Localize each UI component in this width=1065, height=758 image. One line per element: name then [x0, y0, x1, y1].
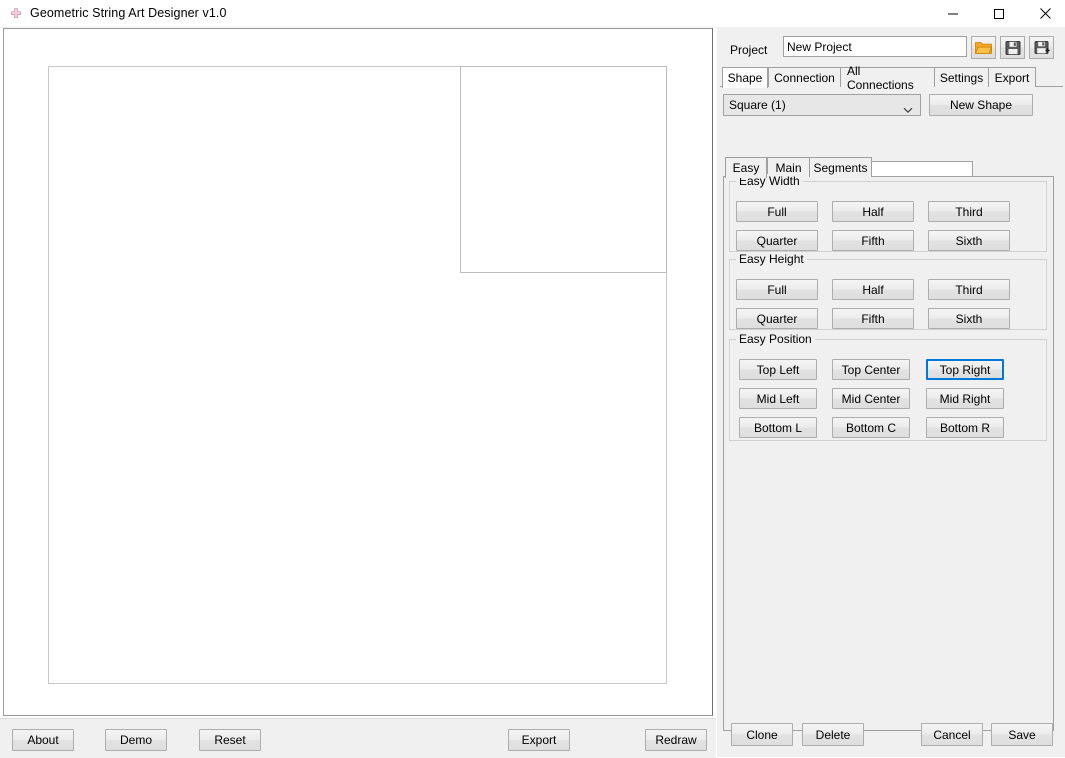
- position-bottom-center-button[interactable]: Bottom C: [832, 417, 910, 438]
- canvas-panel[interactable]: [3, 28, 713, 716]
- tab-all-connections[interactable]: All Connections: [840, 67, 935, 87]
- easy-width-quarter-button[interactable]: Quarter: [736, 230, 818, 251]
- easy-position-group: Easy Position Top Left Top Center Top Ri…: [729, 339, 1047, 441]
- export-button[interactable]: Export: [508, 729, 570, 751]
- app-cross-icon: [10, 8, 22, 20]
- about-button[interactable]: About: [12, 729, 74, 751]
- cancel-button[interactable]: Cancel: [921, 723, 983, 746]
- close-button[interactable]: [1022, 0, 1065, 27]
- easy-height-sixth-button[interactable]: Sixth: [928, 308, 1010, 329]
- position-mid-right-button[interactable]: Mid Right: [926, 388, 1004, 409]
- minimize-icon: [947, 8, 959, 20]
- subtab-easy[interactable]: Easy: [725, 157, 767, 178]
- subtab-segments[interactable]: Segments: [809, 157, 872, 177]
- position-bottom-left-button[interactable]: Bottom L: [739, 417, 817, 438]
- shape-square-1[interactable]: [460, 66, 667, 273]
- new-shape-button[interactable]: New Shape: [929, 94, 1033, 116]
- tab-export[interactable]: Export: [988, 67, 1036, 87]
- reset-button[interactable]: Reset: [199, 729, 261, 751]
- easy-width-group: Easy Width Full Half Third Quarter Fifth…: [729, 181, 1047, 252]
- title-bar: Geometric String Art Designer v1.0: [0, 0, 1065, 28]
- position-top-right-button[interactable]: Top Right: [926, 359, 1004, 380]
- open-project-button[interactable]: [971, 36, 996, 59]
- easy-width-fifth-button[interactable]: Fifth: [832, 230, 914, 251]
- tab-shape[interactable]: Shape: [722, 67, 768, 88]
- easy-width-sixth-button[interactable]: Sixth: [928, 230, 1010, 251]
- delete-button[interactable]: Delete: [802, 723, 864, 746]
- position-mid-center-button[interactable]: Mid Center: [832, 388, 910, 409]
- chevron-down-icon: [903, 103, 913, 117]
- easy-height-full-button[interactable]: Full: [736, 279, 818, 300]
- position-top-center-button[interactable]: Top Center: [832, 359, 910, 380]
- easy-height-title: Easy Height: [736, 252, 807, 266]
- save-as-project-button[interactable]: [1029, 36, 1054, 59]
- shape-select-dropdown[interactable]: Square (1): [723, 94, 921, 116]
- folder-open-icon: [975, 40, 992, 55]
- demo-button[interactable]: Demo: [105, 729, 167, 751]
- drawing-canvas[interactable]: [4, 29, 712, 715]
- easy-width-third-button[interactable]: Third: [928, 201, 1010, 222]
- window-title: Geometric String Art Designer v1.0: [30, 6, 227, 20]
- shape-select-value: Square (1): [729, 98, 786, 112]
- easy-width-full-button[interactable]: Full: [736, 201, 818, 222]
- floppy-save-as-icon: [1034, 40, 1050, 56]
- save-button[interactable]: Save: [991, 723, 1053, 746]
- right-panel-actions: Clone Delete Cancel Save: [717, 718, 1065, 757]
- position-bottom-right-button[interactable]: Bottom R: [926, 417, 1004, 438]
- easy-height-fifth-button[interactable]: Fifth: [832, 308, 914, 329]
- easy-width-half-button[interactable]: Half: [832, 201, 914, 222]
- position-top-left-button[interactable]: Top Left: [739, 359, 817, 380]
- position-mid-left-button[interactable]: Mid Left: [739, 388, 817, 409]
- close-icon: [1039, 7, 1052, 20]
- minimize-button[interactable]: [930, 0, 976, 27]
- easy-height-half-button[interactable]: Half: [832, 279, 914, 300]
- save-project-button[interactable]: [1000, 36, 1025, 59]
- redraw-button[interactable]: Redraw: [645, 729, 707, 751]
- easy-height-third-button[interactable]: Third: [928, 279, 1010, 300]
- easy-height-group: Easy Height Full Half Third Quarter Fift…: [729, 259, 1047, 330]
- project-name-input[interactable]: [783, 36, 967, 57]
- left-toolbar: About Demo Reset Export Redraw: [0, 718, 716, 758]
- easy-height-quarter-button[interactable]: Quarter: [736, 308, 818, 329]
- easy-position-title: Easy Position: [736, 332, 815, 346]
- maximize-icon: [993, 8, 1005, 20]
- clone-button[interactable]: Clone: [731, 723, 793, 746]
- floppy-save-icon: [1005, 40, 1021, 56]
- main-tabstrip: Shape Connection All Connections Setting…: [717, 67, 1065, 87]
- right-panel: Project Shape Connection All Connections…: [717, 28, 1065, 757]
- maximize-button[interactable]: [976, 0, 1022, 27]
- tab-settings[interactable]: Settings: [934, 67, 989, 87]
- tab-connection[interactable]: Connection: [768, 67, 841, 87]
- project-label: Project: [730, 43, 767, 57]
